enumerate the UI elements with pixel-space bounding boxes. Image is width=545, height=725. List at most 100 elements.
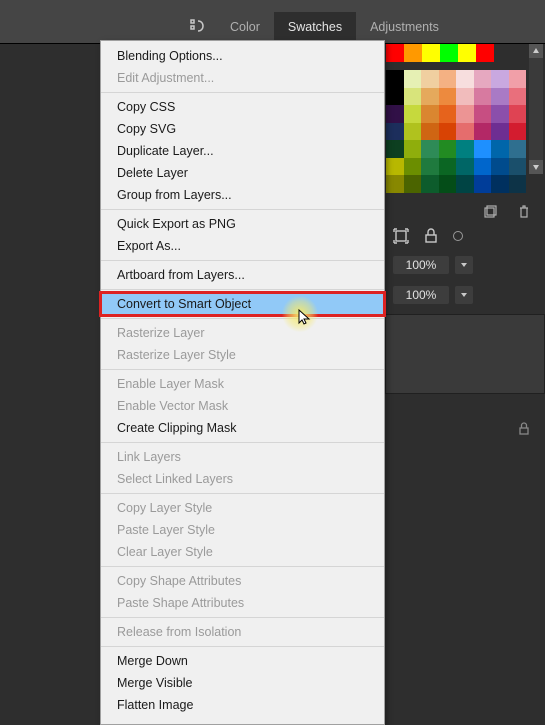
swatch[interactable]	[404, 123, 422, 141]
swatch[interactable]	[439, 70, 457, 88]
swatch[interactable]	[491, 123, 509, 141]
lock-icon[interactable]	[423, 228, 439, 244]
swatch[interactable]	[386, 140, 404, 158]
menu-enable-vector-mask: Enable Vector Mask	[101, 395, 384, 417]
swatch[interactable]	[474, 123, 492, 141]
new-swatch-icon[interactable]	[483, 205, 497, 224]
swatch[interactable]	[421, 88, 439, 106]
menu-artboard-from-layers[interactable]: Artboard from Layers...	[101, 264, 384, 286]
menu-enable-layer-mask: Enable Layer Mask	[101, 373, 384, 395]
swatch[interactable]	[509, 140, 527, 158]
menu-release-isolation: Release from Isolation	[101, 621, 384, 643]
opacity-value[interactable]: 100%	[393, 256, 449, 274]
swatch[interactable]	[421, 175, 439, 193]
swatch[interactable]	[456, 140, 474, 158]
swatch[interactable]	[474, 175, 492, 193]
swatch[interactable]	[491, 105, 509, 123]
swatch[interactable]	[456, 70, 474, 88]
swatch[interactable]	[386, 158, 404, 176]
swatch[interactable]	[509, 175, 527, 193]
swatch[interactable]	[491, 140, 509, 158]
swatch[interactable]	[456, 105, 474, 123]
swatch[interactable]	[476, 44, 494, 62]
menu-edit-adjustment: Edit Adjustment...	[101, 67, 384, 89]
swatch[interactable]	[491, 70, 509, 88]
menu-export-as[interactable]: Export As...	[101, 235, 384, 257]
swatch[interactable]	[386, 88, 404, 106]
swatch[interactable]	[458, 44, 476, 62]
opacity-dropdown[interactable]	[455, 256, 473, 274]
swatch[interactable]	[439, 88, 457, 106]
swatch[interactable]	[474, 158, 492, 176]
menu-merge-down[interactable]: Merge Down	[101, 650, 384, 672]
menu-group-from-layers[interactable]: Group from Layers...	[101, 184, 384, 206]
swatch[interactable]	[404, 88, 422, 106]
swatch[interactable]	[439, 123, 457, 141]
swatch[interactable]	[386, 44, 404, 62]
swatch[interactable]	[439, 105, 457, 123]
swatch[interactable]	[404, 158, 422, 176]
menu-link-layers: Link Layers	[101, 446, 384, 468]
swatch[interactable]	[404, 140, 422, 158]
swatch[interactable]	[404, 44, 422, 62]
menu-copy-css[interactable]: Copy CSS	[101, 96, 384, 118]
menu-delete-layer[interactable]: Delete Layer	[101, 162, 384, 184]
swatch[interactable]	[386, 105, 404, 123]
swatch[interactable]	[386, 70, 404, 88]
fill-dropdown[interactable]	[455, 286, 473, 304]
swatch[interactable]	[386, 175, 404, 193]
swatch[interactable]	[474, 88, 492, 106]
panel-dock-icon[interactable]	[170, 18, 216, 36]
menu-create-clipping-mask[interactable]: Create Clipping Mask	[101, 417, 384, 439]
menu-merge-visible[interactable]: Merge Visible	[101, 672, 384, 694]
swatch[interactable]	[474, 70, 492, 88]
fill-value[interactable]: 100%	[393, 286, 449, 304]
swatch[interactable]	[509, 158, 527, 176]
menu-convert-smart-object[interactable]: Convert to Smart Object	[101, 293, 384, 315]
swatch[interactable]	[509, 123, 527, 141]
menu-paste-layer-style: Paste Layer Style	[101, 519, 384, 541]
swatch[interactable]	[509, 105, 527, 123]
swatch[interactable]	[421, 158, 439, 176]
swatch[interactable]	[421, 105, 439, 123]
swatch[interactable]	[474, 105, 492, 123]
swatch[interactable]	[422, 44, 440, 62]
swatch[interactable]	[491, 175, 509, 193]
swatch[interactable]	[404, 175, 422, 193]
swatch[interactable]	[456, 123, 474, 141]
swatch[interactable]	[440, 44, 458, 62]
menu-flatten-image[interactable]: Flatten Image	[101, 694, 384, 716]
menu-blending-options[interactable]: Blending Options...	[101, 45, 384, 67]
swatch[interactable]	[456, 158, 474, 176]
swatch[interactable]	[386, 123, 404, 141]
swatch[interactable]	[421, 123, 439, 141]
menu-copy-svg[interactable]: Copy SVG	[101, 118, 384, 140]
swatch[interactable]	[404, 70, 422, 88]
swatch[interactable]	[491, 88, 509, 106]
trash-icon[interactable]	[517, 205, 531, 224]
swatch[interactable]	[421, 140, 439, 158]
swatch[interactable]	[474, 140, 492, 158]
menu-quick-export-png[interactable]: Quick Export as PNG	[101, 213, 384, 235]
swatch[interactable]	[456, 175, 474, 193]
swatch[interactable]	[439, 140, 457, 158]
swatch-grid[interactable]	[386, 70, 526, 193]
menu-rasterize-style: Rasterize Layer Style	[101, 344, 384, 366]
swatch-scrollbar[interactable]	[529, 44, 543, 174]
swatch[interactable]	[491, 158, 509, 176]
swatch[interactable]	[509, 88, 527, 106]
swatch[interactable]	[439, 158, 457, 176]
bounds-icon[interactable]	[393, 228, 409, 244]
swatch[interactable]	[421, 70, 439, 88]
tab-swatches[interactable]: Swatches	[274, 12, 356, 42]
layer-context-menu: Blending Options... Edit Adjustment... C…	[100, 40, 385, 725]
swatch[interactable]	[439, 175, 457, 193]
swatch[interactable]	[456, 88, 474, 106]
swatch[interactable]	[509, 70, 527, 88]
lock-all-icon[interactable]	[385, 394, 545, 436]
swatch[interactable]	[404, 105, 422, 123]
tab-adjustments[interactable]: Adjustments	[356, 12, 453, 42]
tab-color[interactable]: Color	[216, 12, 274, 42]
menu-copy-shape-attr: Copy Shape Attributes	[101, 570, 384, 592]
menu-duplicate-layer[interactable]: Duplicate Layer...	[101, 140, 384, 162]
